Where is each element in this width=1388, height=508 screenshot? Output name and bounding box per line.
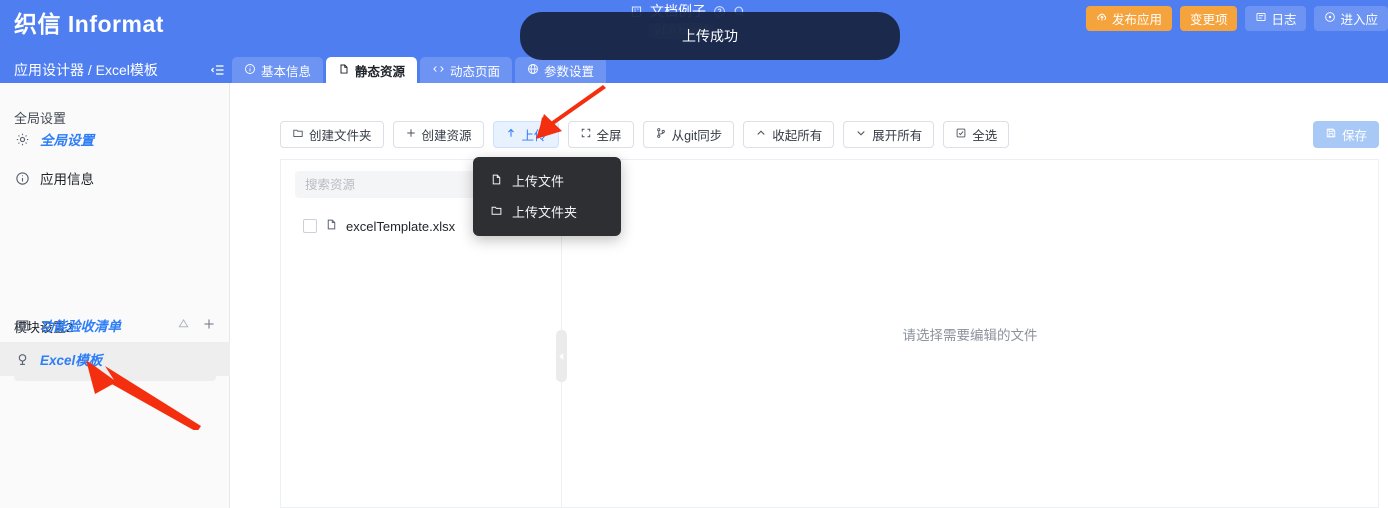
- template-icon: [14, 351, 30, 367]
- code-icon: [432, 63, 445, 78]
- plus-icon: [405, 127, 417, 142]
- sidebar-item-excel-template[interactable]: Excel模板: [0, 342, 230, 376]
- upload-arrow-icon: [505, 127, 517, 142]
- tab-parameter-settings[interactable]: 参数设置: [515, 57, 607, 83]
- git-branch-icon: [655, 127, 667, 142]
- globe-icon: [527, 63, 539, 78]
- logs-button[interactable]: 日志: [1245, 6, 1307, 31]
- save-button[interactable]: 保存: [1312, 121, 1379, 148]
- sidebar-item-global-settings[interactable]: 全局设置: [0, 122, 230, 156]
- upload-label: 上传: [521, 129, 547, 143]
- sidebar-item-acceptance-checklist[interactable]: 功能验收清单: [0, 308, 230, 342]
- sidebar-item-app-info-label: 应用信息: [40, 172, 94, 187]
- git-sync-label: 从git同步: [671, 129, 723, 143]
- tab-dynamic-pages[interactable]: 动态页面: [420, 57, 513, 83]
- collapse-all-button[interactable]: 收起所有: [743, 121, 835, 148]
- brand-logo: 织信 Informat: [14, 11, 164, 37]
- tab-basic-info-label: 基本信息: [261, 64, 312, 79]
- checkbox-icon: [955, 127, 967, 142]
- tab-dynamic-pages-label: 动态页面: [450, 64, 501, 79]
- tab-basic-info[interactable]: 基本信息: [232, 57, 324, 83]
- file-icon: [325, 218, 338, 234]
- menu-item-upload-file-label: 上传文件: [512, 174, 565, 189]
- enter-circle-icon: [1324, 11, 1336, 26]
- save-icon: [1325, 127, 1337, 142]
- resource-toolbar: 创建文件夹 创建资源 上传 全屏 从git同步 收起所有 展开所有 全选: [280, 121, 1010, 148]
- upload-button[interactable]: 上传: [492, 121, 559, 148]
- file-icon: [338, 63, 350, 78]
- collapse-panel-icon[interactable]: [210, 62, 226, 78]
- tab-bar: 基本信息 静态资源 动态页面 参数设置: [232, 57, 607, 83]
- publish-app-button[interactable]: 发布应用: [1085, 6, 1172, 31]
- create-resource-button[interactable]: 创建资源: [392, 121, 484, 148]
- create-folder-label: 创建文件夹: [309, 129, 372, 143]
- enter-app-label: 进入应: [1340, 13, 1378, 27]
- sidebar-item-excel-template-label: Excel模板: [40, 353, 103, 368]
- folder-icon: [490, 204, 503, 220]
- create-folder-button[interactable]: 创建文件夹: [280, 121, 384, 148]
- upload-dropdown-menu: 上传文件 上传文件夹: [473, 157, 621, 236]
- change-items-button[interactable]: 变更项: [1179, 6, 1238, 31]
- toast-notification: 上传成功: [520, 12, 900, 60]
- expand-all-button[interactable]: 展开所有: [843, 121, 935, 148]
- fullscreen-icon: [580, 127, 592, 142]
- app-root: 织信 Informat 文档例子 v1.0 build2: [0, 0, 1388, 508]
- menu-item-upload-folder-label: 上传文件夹: [512, 205, 578, 220]
- toast-message: 上传成功: [682, 28, 738, 44]
- cloud-upload-icon: [1096, 11, 1108, 26]
- select-all-button[interactable]: 全选: [943, 121, 1010, 148]
- gear-icon: [14, 131, 30, 147]
- menu-item-upload-file[interactable]: 上传文件: [473, 165, 621, 196]
- select-all-label: 全选: [972, 129, 998, 143]
- log-icon: [1255, 11, 1267, 26]
- change-items-label: 变更项: [1189, 13, 1228, 27]
- tab-static-resources[interactable]: 静态资源: [326, 57, 418, 83]
- fullscreen-label: 全屏: [596, 129, 622, 143]
- main-content: 创建文件夹 创建资源 上传 全屏 从git同步 收起所有 展开所有 全选 保存 …: [230, 83, 1388, 508]
- chevron-up-icon: [755, 127, 767, 142]
- fullscreen-button[interactable]: 全屏: [567, 121, 634, 148]
- sidebar-item-acceptance-checklist-label: 功能验收清单: [40, 319, 121, 334]
- create-resource-label: 创建资源: [421, 129, 472, 143]
- publish-app-label: 发布应用: [1111, 13, 1162, 27]
- file-checkbox[interactable]: [303, 219, 317, 233]
- enter-app-button[interactable]: 进入应: [1314, 6, 1388, 31]
- left-sidebar: 全局设置 全局设置 应用信息 模块设置2 搜索模块 功能验收清单 Excel模板: [0, 83, 230, 508]
- save-label: 保存: [1341, 129, 1367, 143]
- editor-empty-text: 请选择需要编辑的文件: [902, 327, 1038, 343]
- tab-parameter-settings-label: 参数设置: [544, 64, 595, 79]
- table-icon: [14, 317, 30, 333]
- info-circle-icon: [14, 170, 30, 186]
- expand-all-label: 展开所有: [872, 129, 923, 143]
- editor-pane: 请选择需要编辑的文件: [556, 160, 1378, 507]
- tab-static-resources-label: 静态资源: [355, 64, 406, 79]
- menu-item-upload-folder[interactable]: 上传文件夹: [473, 196, 621, 227]
- breadcrumb: 应用设计器 / Excel模板: [14, 62, 158, 78]
- folder-icon: [292, 127, 304, 142]
- info-circle-icon: [244, 63, 256, 78]
- file-icon: [490, 173, 503, 189]
- collapse-left-icon[interactable]: [556, 330, 567, 382]
- resource-panels: excelTemplate.xlsx 请选择需要编辑的文件: [280, 159, 1379, 508]
- file-name-label: excelTemplate.xlsx: [346, 218, 456, 234]
- logs-label: 日志: [1271, 13, 1297, 27]
- sidebar-item-global-settings-label: 全局设置: [40, 133, 94, 148]
- collapse-all-label: 收起所有: [772, 129, 823, 143]
- sidebar-item-app-info[interactable]: 应用信息: [0, 161, 230, 195]
- chevron-down-icon: [855, 127, 867, 142]
- top-actions-group: 发布应用 变更项 日志 进入应: [1085, 6, 1388, 31]
- git-sync-button[interactable]: 从git同步: [642, 121, 735, 148]
- sub-header-bar: [0, 56, 1388, 83]
